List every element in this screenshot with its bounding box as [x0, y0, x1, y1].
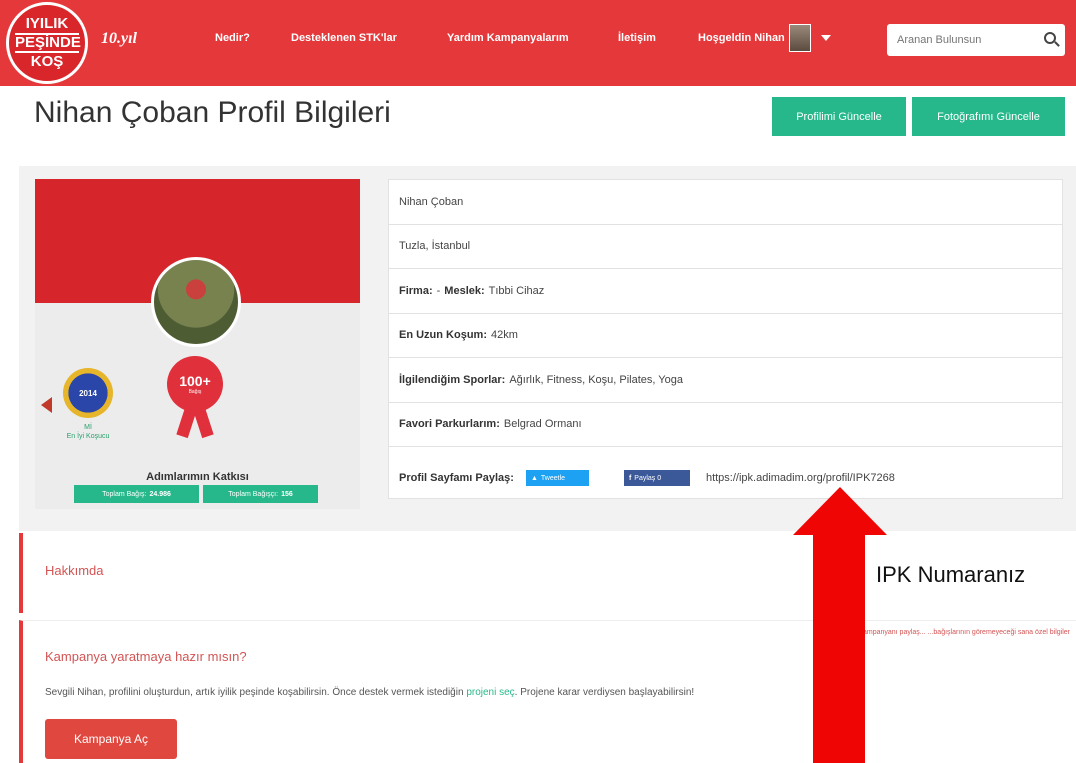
tweet-label: Tweetle — [540, 474, 566, 482]
profile-url[interactable]: https://ipk.adimadim.org/profil/IPK7268 — [706, 472, 895, 484]
badge-2014-caption: Mİ En İyi Koşucu — [53, 423, 123, 441]
firma-label: Firma: — [399, 284, 433, 297]
badge-2014-caption-2: En İyi Koşucu — [66, 433, 110, 441]
campaign-note: Kampanyanı paylaş... ...bağışlarının gör… — [858, 629, 1070, 636]
campaign-text: Sevgili Nihan, profilini oluşturdun, art… — [45, 687, 694, 698]
user-menu[interactable]: Hoşgeldin Nihan — [698, 24, 831, 52]
brand-logo[interactable]: IYILIK PEŞİNDE KOŞ — [6, 2, 88, 84]
chevron-down-icon — [820, 35, 831, 41]
logo-line-3: KOŞ — [30, 52, 64, 70]
update-profile-button[interactable]: Profilimi Güncelle — [772, 97, 906, 136]
info-row-share: Profil Sayfamı Paylaş: ▲ Tweetle f Payla… — [389, 447, 1062, 509]
user-greeting: Hoşgeldin Nihan — [698, 32, 785, 44]
info-row-sports: İlgilendiğim Sporlar: Ağırlık, Fitness, … — [389, 358, 1062, 403]
info-row-location: Tuzla, İstanbul — [389, 225, 1062, 269]
campaign-text-after: . Projene karar verdiysen başlayabilirsi… — [514, 687, 695, 698]
nav-link-contact[interactable]: İletişim — [618, 32, 656, 44]
share-label: Profil Sayfamı Paylaş: — [399, 472, 514, 484]
search-icon[interactable] — [1044, 32, 1056, 44]
total-donation-label: Toplam Bağış: — [102, 490, 147, 498]
search-input[interactable] — [897, 26, 1037, 54]
logo-line-1: IYILIK — [25, 15, 69, 33]
campaign-text-before: Sevgili Nihan, profilini oluşturdun, art… — [45, 687, 467, 698]
steps-title: Adımlarımın Katkısı — [146, 471, 249, 483]
update-photo-button[interactable]: Fotoğrafımı Güncelle — [912, 97, 1065, 136]
facebook-share-button[interactable]: f Paylaş 0 — [623, 470, 690, 486]
facebook-icon: f — [628, 474, 632, 482]
badge-100-value: 100+ — [179, 373, 211, 389]
total-donation-pill: Toplam Bağış: 24.986 — [74, 485, 199, 503]
profile-avatar — [151, 257, 241, 347]
badge-2014-caption-1: Mİ — [84, 424, 92, 431]
arrow-shaft — [813, 534, 865, 763]
profile-name: Nihan Çoban — [399, 195, 464, 208]
sports-value: Ağırlık, Fitness, Koşu, Pilates, Yoga — [509, 373, 683, 386]
info-row-name: Nihan Çoban — [389, 180, 1062, 225]
meslek-value: Tıbbi Cihaz — [488, 284, 545, 297]
total-donation-value: 24.986 — [149, 490, 171, 498]
longest-run-label: En Uzun Koşum: — [399, 329, 487, 342]
nav-link-campaigns[interactable]: Yardım Kampanyalarım — [447, 32, 569, 44]
campaign-title: Kampanya yaratmaya hazır mısın? — [45, 649, 247, 664]
courses-label: Favori Parkurlarım: — [399, 418, 500, 431]
ribbon-right-icon — [192, 403, 214, 439]
about-title[interactable]: Hakkımda — [45, 563, 104, 578]
twitter-icon: ▲ — [530, 474, 538, 482]
longest-run-value: 42km — [491, 329, 518, 342]
info-row-courses: Favori Parkurlarım: Belgrad Ormanı — [389, 403, 1062, 447]
profile-info-panel: Nihan Çoban Tuzla, İstanbul Firma: - Mes… — [388, 179, 1063, 499]
total-donors-pill: Toplam Bağışçı: 156 — [203, 485, 318, 503]
badge-prev-icon[interactable] — [41, 397, 52, 413]
badge-100-sub: Bağış — [188, 389, 202, 395]
profile-card: 2014 Mİ En İyi Koşucu 100+ Bağış Adımlar… — [35, 179, 360, 509]
anniversary-badge: 10.yıl — [101, 30, 137, 47]
badge-100-rosette-icon: 100+ Bağış — [170, 359, 220, 409]
sports-label: İlgilendiğim Sporlar: — [399, 373, 506, 386]
profile-location: Tuzla, İstanbul — [399, 240, 471, 253]
total-donors-value: 156 — [281, 490, 293, 498]
nav-link-stk[interactable]: Desteklenen STK'lar — [291, 32, 397, 44]
logo-line-2: PEŞİNDE — [15, 33, 81, 53]
nav-link-nedir[interactable]: Nedir? — [215, 32, 250, 44]
top-navbar: IYILIK PEŞİNDE KOŞ 10.yıl Nedir? Destekl… — [0, 0, 1076, 86]
campaign-section: Kampanyanı paylaş... ...bağışlarının gör… — [19, 620, 1076, 763]
tweet-button[interactable]: ▲ Tweetle — [525, 470, 589, 486]
search-box — [887, 24, 1065, 56]
ipk-annotation: IPK Numaranız — [876, 562, 1026, 587]
badge-2014-year: 2014 — [79, 388, 97, 398]
choose-project-link[interactable]: projeni seç — [466, 687, 514, 698]
meslek-label: Meslek: — [444, 284, 485, 297]
firma-value: - — [436, 284, 441, 297]
facebook-label: Paylaş 0 — [634, 474, 662, 482]
open-campaign-button[interactable]: Kampanya Aç — [45, 719, 177, 759]
badge-2014-medal-icon: 2014 — [63, 368, 113, 418]
arrow-up-icon — [793, 487, 887, 535]
courses-value: Belgrad Ormanı — [503, 418, 582, 431]
user-avatar — [788, 24, 811, 52]
page-title: Nihan Çoban Profil Bilgileri — [34, 96, 391, 129]
info-row-longest-run: En Uzun Koşum: 42km — [389, 314, 1062, 358]
total-donors-label: Toplam Bağışçı: — [228, 490, 279, 498]
info-row-job: Firma: - Meslek: Tıbbi Cihaz — [389, 269, 1062, 314]
